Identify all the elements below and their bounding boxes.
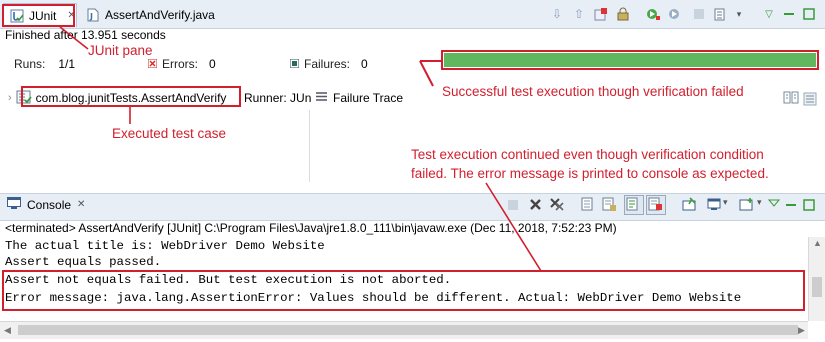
console-tab-label: Console (27, 197, 72, 212)
word-wrap-icon[interactable] (624, 195, 644, 215)
console-tab-bar (0, 193, 825, 221)
console-note-line-1: Test execution continued even though ver… (411, 147, 764, 162)
open-console-dropdown-icon[interactable]: ▾ (757, 197, 762, 208)
scroll-up-arrow-icon[interactable]: ▲ (813, 238, 822, 248)
errors-counter: Errors: 0 (147, 57, 216, 71)
expand-chevron-icon[interactable]: › (8, 92, 12, 104)
scroll-lock-icon[interactable] (615, 6, 631, 22)
scroll-lock-console-icon[interactable] (602, 197, 617, 215)
errors-label: Errors: (162, 57, 198, 71)
show-failures-only-icon[interactable] (593, 6, 609, 22)
compare-results-icon[interactable] (783, 90, 799, 109)
display-selected-console-icon[interactable] (707, 197, 722, 215)
console-note-line-2: failed. The error message is printed to … (411, 166, 769, 181)
horizontal-scroll-thumb[interactable] (18, 325, 798, 335)
scroll-left-arrow-icon[interactable]: ◀ (4, 325, 11, 336)
terminated-process-line: <terminated> AssertAndVerify [JUnit] C:\… (5, 221, 617, 235)
pane-divider (309, 110, 310, 182)
remove-launch-icon[interactable] (528, 197, 543, 215)
failure-icon (289, 57, 300, 71)
tab-assert-and-verify[interactable]: J AssertAndVerify.java (80, 3, 240, 27)
history-dropdown-icon[interactable]: ▾ (731, 6, 747, 22)
success-annotation: Successful test execution though verific… (442, 84, 744, 99)
filter-stack-icon[interactable] (803, 92, 817, 109)
console-maximize-icon[interactable] (803, 199, 815, 214)
console-line: Assert equals passed. (5, 255, 162, 269)
console-horizontal-scrollbar[interactable]: ◀ ▶ (0, 321, 808, 339)
console-icon (7, 197, 21, 212)
errors-value: 0 (209, 57, 216, 71)
previous-failure-icon[interactable]: ⇧ (571, 6, 587, 22)
pin-console-icon[interactable] (682, 197, 697, 215)
view-menu-icon[interactable]: ▽ (761, 6, 777, 22)
java-file-icon: J (86, 8, 100, 22)
failures-value: 0 (361, 57, 368, 71)
progress-bar-highlight (441, 50, 819, 70)
console-minimize-icon[interactable] (785, 199, 797, 214)
failure-trace-label: Failure Trace (333, 91, 404, 105)
console-error-highlight (2, 270, 805, 311)
rerun-failed-first-icon[interactable] (667, 6, 683, 22)
open-console-icon[interactable] (739, 197, 755, 215)
test-case-highlight (21, 86, 241, 107)
failures-label: Failures: (304, 57, 351, 71)
console-vertical-scrollbar[interactable]: ▲ (808, 237, 825, 321)
maximize-icon[interactable] (801, 6, 817, 22)
runs-value: 1/1 (58, 57, 76, 71)
svg-text:J: J (89, 12, 93, 21)
run-status: Finished after 13.951 seconds (5, 28, 166, 42)
junit-pane-annotation: JUnit pane (88, 43, 153, 58)
console-view-menu-icon[interactable] (767, 197, 781, 212)
runs-label: Runs: (14, 57, 46, 71)
junit-tab-highlight (2, 4, 75, 27)
executed-test-annotation: Executed test case (112, 126, 227, 141)
remove-all-terminated-icon[interactable] (549, 197, 565, 215)
vertical-scroll-thumb[interactable] (812, 277, 822, 297)
scroll-right-arrow-icon[interactable]: ▶ (798, 325, 805, 336)
runner-label: Runner: JUn (244, 86, 311, 110)
console-close-icon[interactable]: ✕ (77, 199, 85, 210)
clear-console-icon[interactable] (581, 197, 596, 215)
failure-trace-icon (315, 91, 328, 105)
next-failure-icon[interactable]: ⇩ (549, 6, 565, 22)
display-console-dropdown-icon[interactable]: ▾ (723, 197, 728, 208)
error-icon (147, 57, 158, 71)
rerun-icon[interactable] (645, 6, 661, 22)
tab-console[interactable]: Console ✕ (7, 197, 85, 212)
terminate-icon[interactable] (507, 199, 519, 211)
failure-trace-header: Failure Trace (315, 86, 403, 110)
history-icon[interactable] (713, 6, 729, 22)
failures-counter: Failures: 0 (289, 57, 368, 71)
stop-icon[interactable] (691, 6, 707, 22)
console-line: The actual title is: WebDriver Demo Webs… (5, 239, 325, 253)
tab-assert-and-verify-label: AssertAndVerify.java (105, 8, 215, 22)
minimize-icon[interactable] (781, 6, 797, 22)
runs-counter: Runs: 1/1 (14, 57, 75, 71)
show-console-on-output-icon[interactable] (646, 195, 666, 215)
runner-label-text: Runner: JUn (244, 91, 312, 105)
